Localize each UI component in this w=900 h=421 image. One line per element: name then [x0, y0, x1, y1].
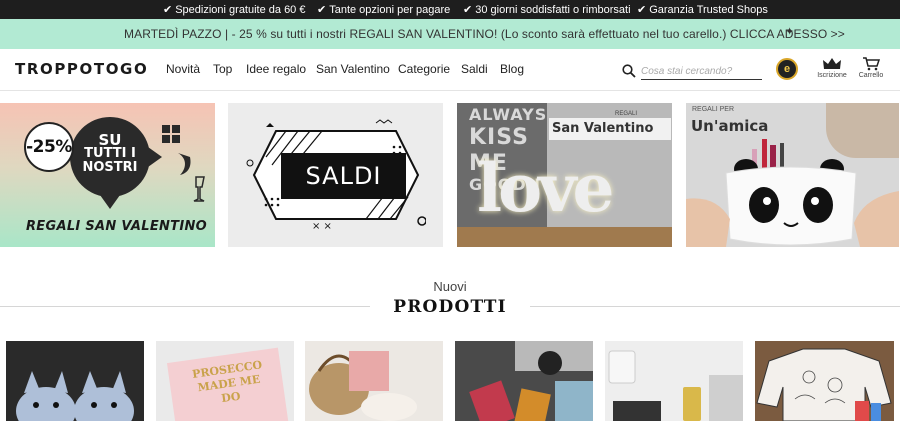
product-card[interactable]	[6, 341, 144, 421]
sparkle-icon: ✦	[785, 26, 795, 38]
check-icon: ✔	[317, 4, 327, 16]
check-icon: ✔	[463, 4, 473, 16]
banner-regali-san-valentino[interactable]: ALWAYS KISS ME GOODN REGALI San Valentin…	[457, 103, 672, 247]
section-subtitle: Nuovi	[433, 279, 467, 294]
banner-small: REGALI PER	[692, 106, 735, 113]
banner-title: REGALI SAN VALENTINO	[26, 219, 208, 234]
banner-regali-amica[interactable]: REGALI PER Un'amica	[686, 103, 899, 247]
usp-item-shipping: ✔ Spedizioni gratuite da 60 €	[163, 4, 306, 16]
product-image-sweater	[755, 341, 894, 421]
nav-item-novita[interactable]: Novità	[166, 62, 200, 76]
product-card[interactable]	[755, 341, 894, 421]
signup-label: Iscrizione	[817, 72, 847, 79]
discount-text: SU TUTTI I NOSTRI	[82, 131, 138, 175]
banner-small: REGALI	[615, 111, 638, 117]
product-card[interactable]	[605, 341, 743, 421]
gift-deco-icon	[162, 125, 205, 202]
check-icon: ✔	[163, 4, 173, 16]
nav-item-blog[interactable]: Blog	[500, 62, 524, 76]
cart-label: Carrello	[858, 72, 884, 79]
panda-pot-icon	[686, 139, 899, 247]
wall-word: KISS	[469, 125, 529, 150]
discount-badge: -25%	[24, 122, 74, 172]
nav-item-idee-regalo[interactable]: Idee regalo	[246, 62, 306, 76]
section-title: PRODOTTI	[393, 297, 507, 317]
search-input[interactable]	[641, 64, 762, 80]
cart-icon	[863, 57, 880, 71]
love-sign: love	[477, 149, 614, 227]
banner-title: Un'amica	[691, 117, 769, 135]
promo-text[interactable]: MARTEDÌ PAZZO | - 25 % su tutti i nostri…	[124, 27, 845, 41]
usp-bar: ✔ Spedizioni gratuite da 60 € ✔ Tante opzi…	[0, 0, 900, 19]
crown-icon	[823, 58, 841, 69]
nav-item-top[interactable]: Top	[213, 62, 232, 76]
check-icon: ✔	[637, 4, 647, 16]
wall-word: ALWAYS	[469, 105, 548, 124]
product-card[interactable]	[455, 341, 593, 421]
usp-item-guarantee: ✔ Garanzia Trusted Shops	[637, 4, 768, 16]
trusted-shops-seal[interactable]: e	[776, 58, 798, 80]
svg-text:× ×: × ×	[312, 221, 332, 232]
usp-item-returns: ✔ 30 giorni soddisfatti o rimborsati	[463, 4, 631, 16]
promo-banner[interactable]: MARTEDÌ PAZZO | - 25 % su tutti i nostri…	[0, 19, 900, 49]
nav-item-categorie[interactable]: Categorie	[398, 62, 450, 76]
signup-button[interactable]: Iscrizione	[815, 57, 849, 79]
search-icon[interactable]	[622, 64, 636, 78]
nav-item-saldi[interactable]: Saldi	[461, 62, 488, 76]
product-image-phonecase	[455, 341, 593, 421]
banner-title: San Valentino	[552, 121, 654, 136]
product-card[interactable]	[305, 341, 443, 421]
site-logo[interactable]: TROPPOTOGO	[15, 60, 148, 78]
usp-item-payment: ✔ Tante opzioni per pagare	[317, 4, 451, 16]
saldi-label: SALDI	[281, 153, 406, 199]
nav-item-san-valentino[interactable]: San Valentino	[316, 62, 390, 76]
site-header: TROPPOTOGO Novità Top Idee regalo San Va…	[0, 49, 900, 91]
product-image-slippers	[6, 341, 144, 421]
product-image-powerbank	[605, 341, 743, 421]
banner-saldi[interactable]: × × SALDI	[228, 103, 443, 247]
cart-button[interactable]: Carrello	[855, 57, 887, 79]
product-image-bag	[305, 341, 443, 421]
banner-san-valentino-discount[interactable]: -25% SU TUTTI I NOSTRI REGALI SAN VALENT…	[0, 103, 215, 247]
product-card[interactable]: PROSECCO MADE ME DO	[156, 341, 294, 421]
wooden-shelf	[457, 227, 672, 247]
